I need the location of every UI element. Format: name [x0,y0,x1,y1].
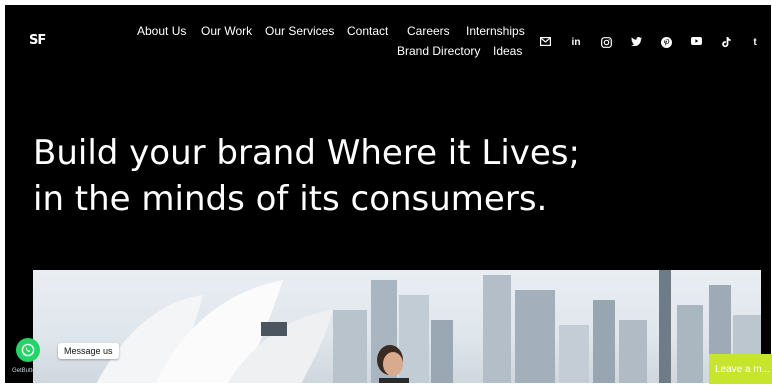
nav-careers[interactable]: Careers [407,24,450,38]
hero-headline-line1: Build your brand Where it Lives; [33,133,580,173]
tiktok-icon[interactable] [719,37,733,48]
nav-brand-directory[interactable]: Brand Directory [397,44,480,58]
nav-ideas[interactable]: Ideas [493,44,522,58]
hero-image [33,270,761,383]
whatsapp-button[interactable] [16,338,40,362]
hero-image-scene [96,270,761,383]
tumblr-icon[interactable]: t [748,37,762,49]
nav-our-services[interactable]: Our Services [265,24,334,38]
site-logo[interactable]: SF [29,34,51,48]
nav-internships[interactable]: Internships [466,24,525,38]
leave-message-chat-button[interactable]: Leave a m... [709,354,772,384]
mail-icon[interactable] [538,37,552,46]
whatsapp-icon [21,343,35,357]
hero-headline-line2: in the minds of its consumers. [33,179,548,219]
nav-about-us[interactable]: About Us [137,24,186,38]
hero-headline: Build your brand Where it Lives; in the … [33,130,580,222]
nav-contact[interactable]: Contact [347,24,388,38]
linkedin-icon[interactable]: in [569,37,583,49]
twitter-icon[interactable] [629,37,643,46]
getbutton-credit[interactable]: GetButton [12,368,39,374]
youtube-icon[interactable] [689,37,703,45]
page: SF About Us Our Work Our Services Contac… [5,5,771,383]
whatsapp-tooltip[interactable]: Message us [58,343,119,359]
pinterest-icon[interactable] [659,37,673,48]
instagram-icon[interactable] [599,37,613,48]
nav-our-work[interactable]: Our Work [201,24,252,38]
